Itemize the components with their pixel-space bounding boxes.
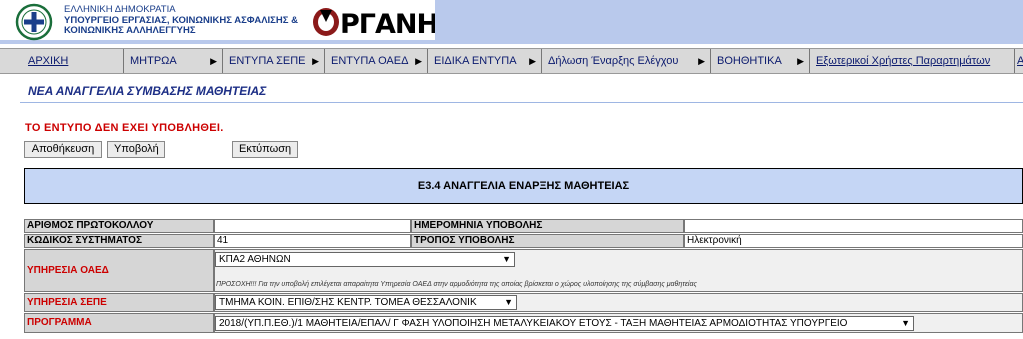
menu-item-label: ΕΙΔΙΚΑ ΕΝΤΥΠΑ bbox=[434, 55, 517, 67]
chevron-right-icon: ▶ bbox=[312, 56, 319, 66]
system-code-label: ΚΩΔΙΚΟΣ ΣΥΣΤΗΜΑΤΟΣ bbox=[24, 234, 214, 248]
gov-line-1: ΕΛΛΗΝΙΚΗ ΔΗΜΟΚΡΑΤΙΑ bbox=[64, 4, 176, 15]
chevron-down-icon: ▼ bbox=[502, 254, 511, 264]
form-row-sepe: ΥΠΗΡΕΣΙΑ ΣΕΠΕ bbox=[24, 293, 1023, 312]
ergani-logo: ΡΓΑΝΗ bbox=[313, 8, 435, 40]
form-row-protocol: ΑΡΙΘΜΟΣ ΠΡΩΤΟΚΟΛΛΟΥ ΗΜΕΡΟΜΗΝΙΑ ΥΠΟΒΟΛΗΣ bbox=[24, 219, 1023, 233]
oaed-service-selected: ΚΠΑ2 ΑΘΗΝΩΝ bbox=[219, 254, 291, 265]
menu-item-overflow[interactable]: Α bbox=[1015, 49, 1023, 73]
sepe-label: ΥΠΗΡΕΣΙΑ ΣΕΠΕ bbox=[24, 293, 214, 312]
chevron-down-icon: ▼ bbox=[504, 297, 513, 307]
form-title: Ε3.4 ΑΝΑΓΓΕΛΙΑ ΕΝΑΡΞΗΣ ΜΑΘΗΤΕΙΑΣ bbox=[24, 168, 1023, 204]
menu-item-external-users[interactable]: Εξωτερικοί Χρήστες Παραρτημάτων bbox=[810, 49, 1015, 73]
save-button[interactable]: Αποθήκευση bbox=[24, 141, 102, 158]
print-button[interactable]: Εκτύπωση bbox=[232, 141, 298, 158]
menu-item-inspection-start[interactable]: Δήλωση Έναρξης Ελέγχου ▶ bbox=[542, 49, 711, 73]
header: ΕΛΛΗΝΙΚΗ ΔΗΜΟΚΡΑΤΙΑ ΥΠΟΥΡΓΕΙΟ ΕΡΓΑΣΙΑΣ, … bbox=[0, 0, 1023, 44]
greek-emblem-icon bbox=[15, 3, 53, 41]
menu-item-label: Εξωτερικοί Χρήστες Παραρτημάτων bbox=[816, 55, 991, 67]
chevron-right-icon: ▶ bbox=[529, 56, 536, 66]
submission-method-value: Ηλεκτρονική bbox=[684, 234, 1023, 248]
chevron-right-icon: ▶ bbox=[698, 56, 705, 66]
menu-item-label: ΕΝΤΥΠΑ ΟΑΕΔ bbox=[331, 55, 409, 67]
program-select[interactable]: 2018/(ΥΠ.Π.ΕΘ.)/1 ΜΑΘΗΤΕΙΑ/ΕΠΑΛ/ Γ ΦΑΣΗ … bbox=[215, 316, 914, 331]
main-menu: ΑΡΧΙΚΗ ΜΗΤΡΩΑ ▶ ΕΝΤΥΠΑ ΣΕΠΕ ▶ ΕΝΤΥΠΑ ΟΑΕ… bbox=[0, 48, 1023, 74]
protocol-value bbox=[214, 219, 411, 233]
form-row-system-code: ΚΩΔΙΚΟΣ ΣΥΣΤΗΜΑΤΟΣ 41 ΤΡΟΠΟΣ ΥΠΟΒΟΛΗΣ Ηλ… bbox=[24, 234, 1023, 248]
menu-item-sepe-forms[interactable]: ΕΝΤΥΠΑ ΣΕΠΕ ▶ bbox=[223, 49, 325, 73]
page-title: ΝΕΑ ΑΝΑΓΓΕΛΙΑ ΣΥΜΒΑΣΗΣ ΜΑΘΗΤΕΙΑΣ bbox=[28, 84, 267, 98]
protocol-label: ΑΡΙΘΜΟΣ ΠΡΩΤΟΚΟΛΛΟΥ bbox=[24, 219, 214, 233]
government-title: ΕΛΛΗΝΙΚΗ ΔΗΜΟΚΡΑΤΙΑ ΥΠΟΥΡΓΕΙΟ ΕΡΓΑΣΙΑΣ, … bbox=[64, 4, 298, 37]
submit-button[interactable]: Υποβολή bbox=[107, 141, 165, 158]
menu-item-label: ΕΝΤΥΠΑ ΣΕΠΕ bbox=[229, 55, 306, 67]
menu-item-home[interactable]: ΑΡΧΙΚΗ bbox=[22, 49, 124, 73]
sepe-service-selected: ΤΜΗΜΑ ΚΟΙΝ. ΕΠΙΘ/ΣΗΣ ΚΕΝΤΡ. ΤΟΜΕΑ ΘΕΣΣΑΛ… bbox=[219, 297, 477, 308]
chevron-right-icon: ▶ bbox=[210, 56, 217, 66]
menu-item-label: Δήλωση Έναρξης Ελέγχου bbox=[548, 55, 679, 67]
menu-item-special-forms[interactable]: ΕΙΔΙΚΑ ΕΝΤΥΠΑ ▶ bbox=[428, 49, 542, 73]
menu-item-oaed-forms[interactable]: ΕΝΤΥΠΑ ΟΑΕΔ ▶ bbox=[325, 49, 428, 73]
status-warning: ΤΟ ΕΝΤΥΠΟ ΔΕΝ ΕΧΕΙ ΥΠΟΒΛΗΘΕΙ. bbox=[25, 122, 224, 134]
submission-method-label: ΤΡΟΠΟΣ ΥΠΟΒΟΛΗΣ bbox=[411, 234, 684, 248]
gov-line-3: ΚΟΙΝΩΝΙΚΗΣ ΑΛΛΗΛΕΓΓΥΗΣ bbox=[64, 25, 196, 36]
menu-item-label: ΑΡΧΙΚΗ bbox=[28, 55, 69, 67]
chevron-right-icon: ▶ bbox=[797, 56, 804, 66]
system-code-value: 41 bbox=[214, 234, 411, 248]
menu-item-registries[interactable]: ΜΗΤΡΩΑ ▶ bbox=[124, 49, 223, 73]
oaed-label: ΥΠΗΡΕΣΙΑ ΟΑΕΔ bbox=[24, 249, 214, 292]
submission-date-label: ΗΜΕΡΟΜΗΝΙΑ ΥΠΟΒΟΛΗΣ bbox=[411, 219, 684, 233]
svg-text:ΡΓΑΝΗ: ΡΓΑΝΗ bbox=[340, 9, 435, 40]
header-band bbox=[435, 0, 1023, 44]
menu-item-auxiliary[interactable]: ΒΟΗΘΗΤΙΚΑ ▶ bbox=[711, 49, 810, 73]
menu-item-label: Α bbox=[1017, 55, 1023, 67]
oaed-service-select[interactable]: ΚΠΑ2 ΑΘΗΝΩΝ ▼ bbox=[215, 252, 515, 267]
program-selected: 2018/(ΥΠ.Π.ΕΘ.)/1 ΜΑΘΗΤΕΙΑ/ΕΠΑΛ/ Γ ΦΑΣΗ … bbox=[219, 318, 848, 329]
chevron-right-icon: ▶ bbox=[415, 56, 422, 66]
logo-area: ΕΛΛΗΝΙΚΗ ΔΗΜΟΚΡΑΤΙΑ ΥΠΟΥΡΓΕΙΟ ΕΡΓΑΣΙΑΣ, … bbox=[0, 0, 435, 44]
program-label: ΠΡΟΓΡΑΜΜΑ bbox=[24, 313, 214, 333]
chevron-down-icon: ▼ bbox=[901, 318, 910, 328]
submission-date-value bbox=[684, 219, 1023, 233]
sepe-service-select[interactable]: ΤΜΗΜΑ ΚΟΙΝ. ΕΠΙΘ/ΣΗΣ ΚΕΝΤΡ. ΤΟΜΕΑ ΘΕΣΣΑΛ… bbox=[215, 295, 517, 310]
menu-item-label: ΜΗΤΡΩΑ bbox=[130, 55, 177, 67]
oaed-note: ΠΡΟΣΟΧΗ!!! Για την υποβολή επιλέγεται απ… bbox=[216, 281, 697, 288]
menu-item-label: ΒΟΗΘΗΤΙΚΑ bbox=[717, 55, 782, 67]
